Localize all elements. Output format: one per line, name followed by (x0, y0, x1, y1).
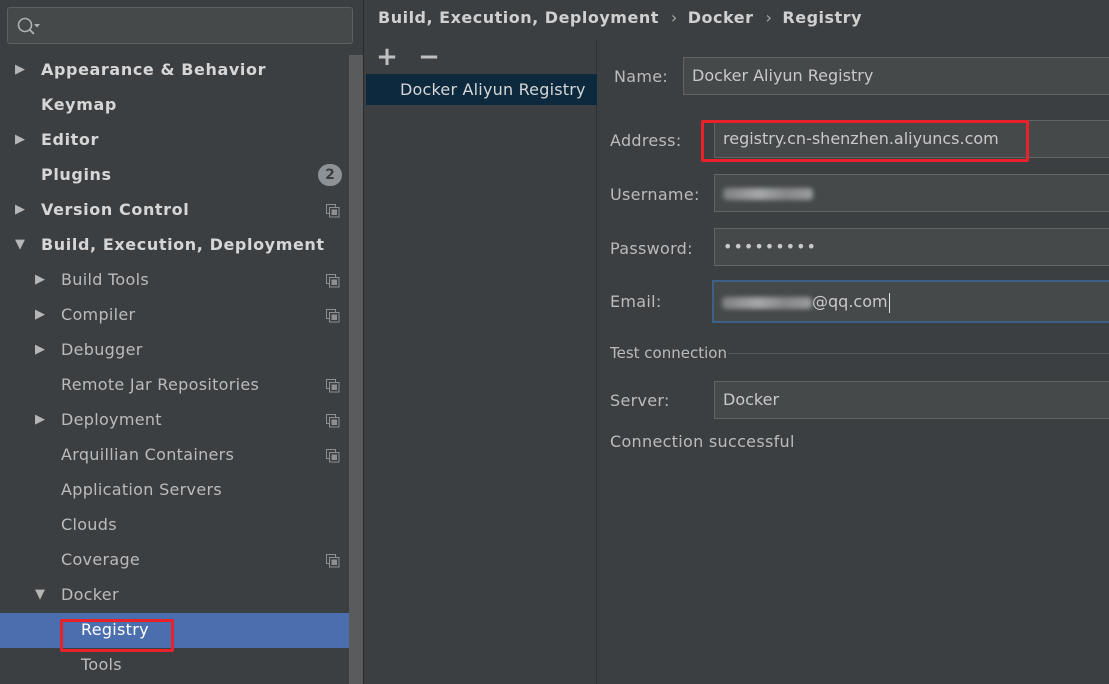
tree-item-build-tools[interactable]: ▶ Build Tools (0, 263, 363, 298)
username-field[interactable] (714, 174, 1109, 212)
breadcrumb-item: Registry (782, 7, 862, 27)
expand-down-icon[interactable]: ▼ (33, 588, 47, 602)
breadcrumb-separator: › (765, 7, 773, 27)
tree-item-registry[interactable]: Registry (0, 613, 363, 648)
server-select[interactable]: Docker (714, 381, 1109, 419)
password-label: Password: (610, 239, 693, 258)
server-label: Server: (610, 391, 670, 410)
tree-item-tools[interactable]: Tools (0, 648, 363, 683)
breadcrumb: Build, Execution, Deployment › Docker › … (378, 6, 862, 28)
breadcrumb-item: Docker (687, 7, 754, 27)
address-label: Address: (610, 131, 682, 150)
tree-item-appearance-behavior[interactable]: ▶ Appearance & Behavior (0, 53, 363, 88)
tree-item-label: Build, Execution, Deployment (41, 235, 325, 254)
tree-item-editor[interactable]: ▶ Editor (0, 123, 363, 158)
settings-tree-panel: ▶ Appearance & Behavior Keymap ▶ Editor Plugi… (0, 0, 363, 684)
tree-item-label: Coverage (61, 550, 141, 569)
expand-down-icon[interactable]: ▼ (13, 238, 27, 252)
tree-item-version-control[interactable]: ▶ Version Control (0, 193, 363, 228)
tree-item-label: Clouds (61, 515, 117, 534)
tree-item-remote-jar-repositories[interactable]: Remote Jar Repositories (0, 368, 363, 403)
tree-item-label: Build Tools (61, 270, 149, 289)
tree-item-label: Remote Jar Repositories (61, 375, 260, 394)
expand-right-icon[interactable]: ▶ (33, 413, 47, 427)
plugins-update-badge: 2 (318, 164, 342, 186)
tree-item-label: Compiler (61, 305, 136, 324)
password-field[interactable]: ••••••••• (714, 228, 1109, 266)
registry-list-item[interactable]: Docker Aliyun Registry (366, 74, 597, 105)
tree-item-deployment[interactable]: ▶ Deployment (0, 403, 363, 438)
registry-list: + − Docker Aliyun Registry (365, 40, 597, 684)
registry-detail-form: Name: Docker Aliyun Registry Address: re… (598, 40, 1109, 684)
tree-item-arquillian-containers[interactable]: Arquillian Containers (0, 438, 363, 473)
project-scope-icon (326, 309, 340, 323)
text-caret (888, 292, 890, 313)
tree-item-label: Debugger (61, 340, 143, 359)
connection-status-text: Connection successful (610, 432, 795, 451)
tree-item-clouds[interactable]: Clouds (0, 508, 363, 543)
expand-right-icon[interactable]: ▶ (13, 63, 27, 77)
tree-item-label: Keymap (41, 95, 117, 114)
breadcrumb-item: Build, Execution, Deployment (378, 7, 659, 27)
settings-content: Build, Execution, Deployment › Docker › … (363, 0, 1109, 684)
tree-item-label: Appearance & Behavior (41, 60, 267, 79)
add-registry-button[interactable]: + (376, 44, 398, 70)
tree-item-application-servers[interactable]: Application Servers (0, 473, 363, 508)
remove-registry-button[interactable]: − (418, 44, 440, 70)
tree-item-label: Arquillian Containers (61, 445, 235, 464)
redacted-email-user (722, 296, 812, 309)
project-scope-icon (326, 414, 340, 428)
expand-right-icon[interactable]: ▶ (13, 203, 27, 217)
expand-right-icon[interactable]: ▶ (33, 273, 47, 287)
tree-item-label: Deployment (61, 410, 162, 429)
tree-item-coverage[interactable]: Coverage (0, 543, 363, 578)
search-icon (17, 17, 40, 35)
tree-item-build-execution-deployment[interactable]: ▼ Build, Execution, Deployment (0, 228, 363, 263)
expand-right-icon[interactable]: ▶ (33, 308, 47, 322)
tree-item-label: Editor (41, 130, 99, 149)
section-divider (728, 353, 1109, 354)
tree-item-plugins[interactable]: Plugins 2 (0, 158, 363, 193)
expand-right-icon[interactable]: ▶ (13, 133, 27, 147)
tree-item-label: Docker (61, 585, 119, 604)
settings-search-input[interactable] (7, 7, 353, 44)
tree-item-label: Plugins (41, 165, 112, 184)
tree-item-label: Version Control (41, 200, 190, 219)
email-field[interactable]: @qq.com (712, 280, 1109, 323)
project-scope-icon (326, 274, 340, 288)
tree-scrollbar[interactable] (349, 55, 363, 684)
email-domain: @qq.com (812, 292, 888, 311)
address-highlight-box (701, 120, 1029, 162)
email-label: Email: (610, 292, 662, 311)
name-label: Name: (614, 67, 669, 86)
project-scope-icon (326, 449, 340, 463)
project-scope-icon (326, 379, 340, 393)
project-scope-icon (326, 204, 340, 218)
name-field[interactable]: Docker Aliyun Registry (683, 57, 1109, 95)
tree-item-label: Tools (81, 655, 122, 674)
tree-item-label: Application Servers (61, 480, 222, 499)
tree-item-debugger[interactable]: ▶ Debugger (0, 333, 363, 368)
tree-item-keymap[interactable]: Keymap (0, 88, 363, 123)
expand-right-icon[interactable]: ▶ (33, 343, 47, 357)
redacted-username (723, 187, 813, 200)
tree-item-docker[interactable]: ▼ Docker (0, 578, 363, 613)
username-label: Username: (610, 185, 700, 204)
test-connection-heading: Test connection (610, 344, 727, 362)
breadcrumb-separator: › (670, 7, 678, 27)
tree-item-compiler[interactable]: ▶ Compiler (0, 298, 363, 333)
project-scope-icon (326, 554, 340, 568)
